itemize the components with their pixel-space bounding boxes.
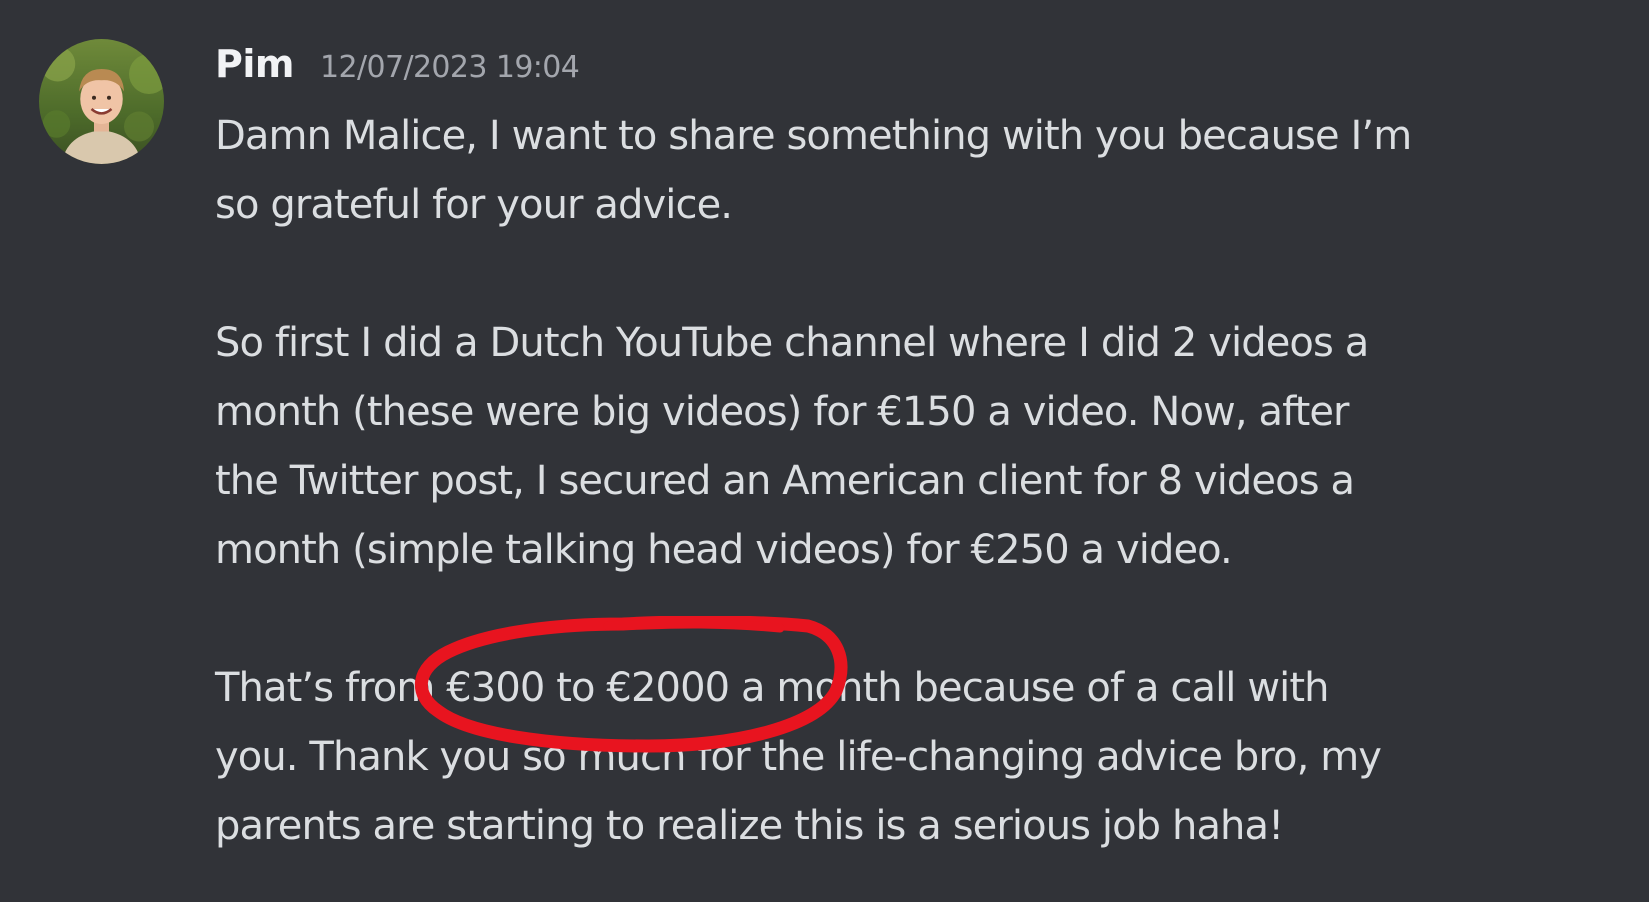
avatar-photo-icon xyxy=(39,39,164,164)
message-line: month (simple talking head videos) for €… xyxy=(215,527,1233,573)
message-paragraph: So first I did a Dutch YouTube channel w… xyxy=(215,309,1615,585)
timestamp: 12/07/2023 19:04 xyxy=(319,50,580,85)
message-line: parents are starting to realize this is … xyxy=(215,803,1284,849)
message-content: Damn Malice, I want to share something w… xyxy=(215,102,1615,861)
message-header: Pim 12/07/2023 19:04 xyxy=(215,42,580,102)
message-line: so grateful for your advice. xyxy=(215,182,733,228)
message-line: month (these were big videos) for €150 a… xyxy=(215,389,1350,435)
chat-message: Pim 12/07/2023 19:04 Damn Malice, I want… xyxy=(0,0,1649,902)
message-line: That’s from €300 to €2000 a month becaus… xyxy=(215,665,1329,711)
username[interactable]: Pim xyxy=(215,42,294,86)
message-line: you. Thank you so much for the life-chan… xyxy=(215,734,1382,780)
message-line: Damn Malice, I want to share something w… xyxy=(215,113,1412,159)
avatar[interactable] xyxy=(39,39,164,164)
message-paragraph: That’s from €300 to €2000 a month becaus… xyxy=(215,654,1615,861)
message-paragraph: Damn Malice, I want to share something w… xyxy=(215,102,1615,240)
message-line: So first I did a Dutch YouTube channel w… xyxy=(215,320,1369,366)
message-line: the Twitter post, I secured an American … xyxy=(215,458,1355,504)
